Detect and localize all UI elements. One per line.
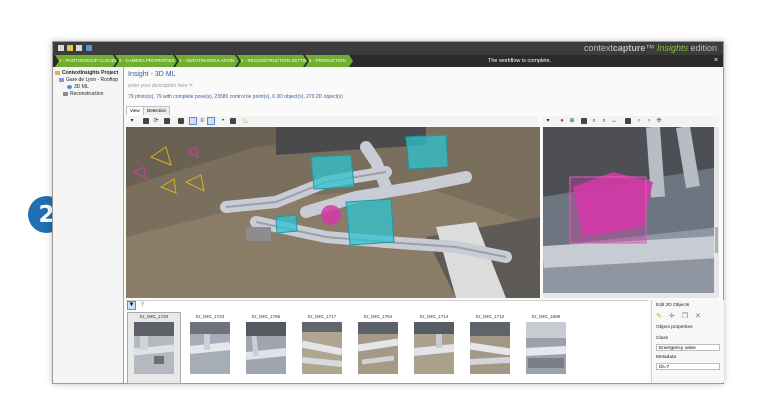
workflow-status: The workflow is complete. xyxy=(488,58,552,64)
filter-icon[interactable]: ▼ xyxy=(127,301,136,310)
page-title: Insight - 3D ML xyxy=(128,71,176,78)
settings-icon[interactable] xyxy=(86,45,92,51)
step-aerotriangulation[interactable]: 3 - AEROTRIANGULATION xyxy=(175,55,239,67)
tab-detection[interactable]: Detection xyxy=(143,106,171,115)
photo-view[interactable] xyxy=(543,127,719,298)
open-folder-icon[interactable] xyxy=(67,45,73,51)
measure-icon[interactable]: ◺ xyxy=(243,118,249,124)
tree-item-reconstruction[interactable]: Reconstruction xyxy=(63,91,103,97)
photo-thumbnail[interactable]: hz_IMG_1720 xyxy=(127,312,181,384)
photo-thumbnail[interactable]: hz_IMG_1717 xyxy=(296,313,348,383)
tree-item-block[interactable]: Gare de Lyon - Rooftop xyxy=(59,77,118,83)
tree-item-3d-ml[interactable]: 3D ML xyxy=(67,84,89,90)
object-properties-title: Object properties xyxy=(656,325,693,330)
step-production[interactable]: 5 - PRODUCTION xyxy=(305,55,353,67)
photo-horizontal-scrollbar[interactable] xyxy=(543,293,719,298)
photo-vertical-scrollbar[interactable] xyxy=(714,127,719,298)
tree-item-project[interactable]: ContextInsights Project xyxy=(55,70,118,76)
record-icon[interactable] xyxy=(230,118,236,124)
step-reconstruction-settings[interactable]: 4 - RECONSTRUCTION SETTINGS xyxy=(237,55,307,67)
select-icon[interactable] xyxy=(178,118,184,124)
thumbnail-label: hz_IMG_1766 xyxy=(251,314,281,319)
3d-view-toolbar: ▾ ⟳ ≡ • ◺ xyxy=(128,116,538,126)
photo-view-toolbar: ▾ ● ⊕ ⌕ ⌕ ↔ ‹ › ✣ xyxy=(543,116,719,126)
project-tree: ContextInsights Project Gare de Lyon - R… xyxy=(53,67,124,383)
metadata-label: Metadata xyxy=(656,355,677,360)
photo-thumbnail[interactable]: hz_IMG_1714 xyxy=(408,313,460,383)
metadata-field[interactable]: ID=7 xyxy=(656,363,720,370)
photo-strip: ▼ Y hz_IMG_1720 hz_IMG_1723 hz_IMG_1766 … xyxy=(126,300,648,384)
lock-icon[interactable] xyxy=(625,118,631,124)
edit-2d-objects-title: Edit 2D Objects xyxy=(656,303,690,308)
photo-thumbnail[interactable]: hz_IMG_1723 xyxy=(184,313,236,383)
next-icon[interactable]: › xyxy=(646,118,652,124)
step-camera-properties[interactable]: 2 - CAMERA PROPERTIES xyxy=(115,55,177,67)
workflow-steps-bar: 1 - PHOTOGROUP CLOUDS 2 - CAMERA PROPERT… xyxy=(53,55,723,67)
photo-thumbnail[interactable]: hz_IMG_1784 xyxy=(352,313,404,383)
photo-thumbnail[interactable]: hz_IMG_1710 xyxy=(464,313,516,383)
pin-icon[interactable]: ● xyxy=(559,118,565,124)
thumbnail-label: hz_IMG_1714 xyxy=(419,314,449,319)
home-icon[interactable] xyxy=(143,118,149,124)
new-project-icon[interactable] xyxy=(58,45,64,51)
delete-icon[interactable]: ✕ xyxy=(695,312,701,320)
grid-icon[interactable] xyxy=(207,117,215,125)
edit-pencil-icon[interactable]: ✎ xyxy=(656,312,662,320)
camera-icon[interactable]: ▾ xyxy=(129,118,135,124)
block-icon xyxy=(59,78,64,82)
main-panel: Insight - 3D ML enter your description h… xyxy=(124,67,724,384)
layout-icon[interactable] xyxy=(189,117,197,125)
thumbnail-label: hz_IMG_1723 xyxy=(195,314,225,319)
project-stats: 79 photo(s), 79 with complete pose(s), 2… xyxy=(128,94,343,100)
tab-view[interactable]: View xyxy=(126,106,144,115)
thumbnail-label: hz_IMG_1720 xyxy=(139,314,169,319)
zoom-out-icon[interactable]: ⌕ xyxy=(601,118,607,124)
photo-menu-icon[interactable]: ▾ xyxy=(545,118,551,124)
thumbnail-label: hz_IMG_1698 xyxy=(531,314,561,319)
thumbnail-label: hz_IMG_1717 xyxy=(307,314,337,319)
title-bar: contextcapture™ Insights edition xyxy=(53,42,723,55)
insight-icon xyxy=(67,85,72,89)
rotate-icon[interactable]: ⟳ xyxy=(153,118,159,124)
reconstruction-icon xyxy=(63,92,68,96)
3d-model-view[interactable] xyxy=(126,127,540,298)
previous-icon[interactable]: ‹ xyxy=(636,118,642,124)
step-photogroups[interactable]: 1 - PHOTOGROUP CLOUDS xyxy=(55,55,117,67)
add-object-icon[interactable]: ✛ xyxy=(669,312,675,320)
photo-thumbnail[interactable]: hz_IMG_1766 xyxy=(240,313,292,383)
crosshair-icon[interactable]: ✣ xyxy=(656,118,662,124)
hand-icon[interactable] xyxy=(581,118,587,124)
fit-icon[interactable]: ↔ xyxy=(611,118,617,124)
description-field[interactable]: enter your description here ✎ xyxy=(128,83,193,89)
class-label: Class xyxy=(656,336,668,341)
object-properties-panel: Edit 2D Objects ✎ ✛ ❐ ✕ Object propertie… xyxy=(651,300,724,382)
pencil-icon: ✎ xyxy=(188,83,194,89)
zoom-in-icon[interactable]: ⌕ xyxy=(591,118,597,124)
close-icon[interactable]: × xyxy=(714,55,718,67)
application-window: contextcapture™ Insights edition 1 - PHO… xyxy=(52,41,724,384)
target-icon[interactable]: ⊕ xyxy=(569,118,575,124)
list-icon[interactable]: ≡ xyxy=(199,118,205,124)
points-icon[interactable]: • xyxy=(220,118,226,124)
pan-icon[interactable] xyxy=(164,118,170,124)
thumbnail-label: hz_IMG_1784 xyxy=(363,314,393,319)
duplicate-icon[interactable]: ❐ xyxy=(682,312,688,320)
photo-thumbnail[interactable]: hz_IMG_1698 xyxy=(520,313,572,383)
folder-icon xyxy=(55,71,60,75)
clear-filter-icon[interactable]: Y xyxy=(139,302,146,309)
save-icon[interactable] xyxy=(76,45,82,51)
class-field[interactable]: Emergency valve xyxy=(656,344,720,351)
thumbnail-label: hz_IMG_1710 xyxy=(475,314,505,319)
app-brand: contextcapture™ Insights edition xyxy=(583,43,717,53)
